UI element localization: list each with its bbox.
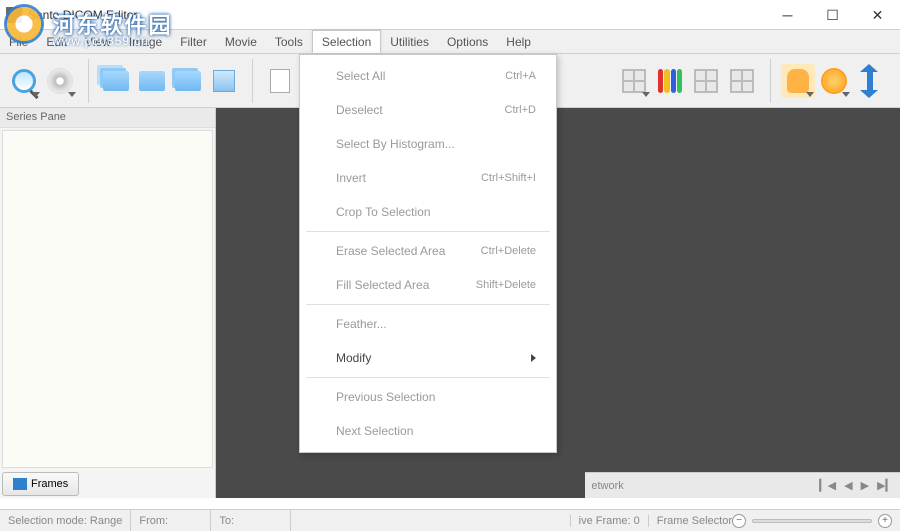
menu-selection[interactable]: Selection bbox=[312, 30, 381, 53]
mi-fill[interactable]: Fill Selected AreaShift+Delete bbox=[300, 268, 556, 302]
nav-prev-icon[interactable]: ◀ bbox=[844, 479, 852, 492]
mi-erase[interactable]: Erase Selected AreaCtrl+Delete bbox=[300, 234, 556, 268]
menu-filter[interactable]: Filter bbox=[171, 30, 216, 53]
mi-invert[interactable]: InvertCtrl+Shift+I bbox=[300, 161, 556, 195]
cd-icon bbox=[47, 68, 73, 94]
toolbar-folder2-button[interactable] bbox=[135, 64, 169, 98]
fit-icon bbox=[694, 69, 718, 93]
expand-icon bbox=[730, 69, 754, 93]
viewer-network-label: etwork bbox=[591, 480, 623, 492]
series-pane-title: Series Pane bbox=[0, 108, 215, 128]
nav-last-icon[interactable]: ▶▎ bbox=[877, 479, 894, 492]
toolbar-expand-button[interactable] bbox=[725, 64, 759, 98]
toolbar-sort-button[interactable] bbox=[853, 64, 887, 98]
menu-view[interactable]: View bbox=[76, 30, 120, 53]
swap-icon bbox=[867, 70, 873, 92]
viewer-subbar: etwork ▎◀ ◀ ▶ ▶▎ bbox=[585, 472, 900, 498]
series-pane: Series Pane Frames bbox=[0, 108, 216, 498]
series-pane-body[interactable] bbox=[2, 130, 213, 468]
toolbar-lut-button[interactable] bbox=[653, 64, 687, 98]
zoom-in-button[interactable]: + bbox=[878, 514, 892, 528]
toolbar-zoom-button[interactable] bbox=[7, 64, 41, 98]
mi-feather[interactable]: Feather... bbox=[300, 307, 556, 341]
selection-dropdown: Select AllCtrl+A DeselectCtrl+D Select B… bbox=[299, 54, 557, 453]
folder-multi-icon bbox=[175, 71, 201, 91]
menu-movie[interactable]: Movie bbox=[216, 30, 266, 53]
mi-deselect[interactable]: DeselectCtrl+D bbox=[300, 93, 556, 127]
status-bar: Selection mode: Range From: To: ive Fram… bbox=[0, 509, 900, 531]
sun-icon bbox=[823, 70, 845, 92]
submenu-arrow-icon bbox=[531, 354, 536, 362]
mi-next-selection[interactable]: Next Selection bbox=[300, 414, 556, 448]
status-active-frame-label: ive Frame: bbox=[579, 515, 631, 527]
grid-icon bbox=[622, 69, 646, 93]
titlebar: Sante DICOM Editor ─ ☐ ✕ bbox=[0, 0, 900, 30]
toolbar-folder-button[interactable] bbox=[99, 64, 133, 98]
status-active-frame-value: 0 bbox=[634, 515, 640, 527]
toolbar-pan-button[interactable] bbox=[781, 64, 815, 98]
tab-frames[interactable]: Frames bbox=[2, 472, 79, 496]
mi-crop[interactable]: Crop To Selection bbox=[300, 195, 556, 229]
menu-utilities[interactable]: Utilities bbox=[381, 30, 438, 53]
zoom-icon bbox=[12, 69, 36, 93]
tab-frames-label: Frames bbox=[31, 478, 68, 490]
nav-first-icon[interactable]: ▎◀ bbox=[819, 479, 836, 492]
app-icon bbox=[6, 7, 22, 23]
toolbar-drawer-button[interactable] bbox=[207, 64, 241, 98]
toolbar-folder3-button[interactable] bbox=[171, 64, 205, 98]
toolbar-brightness-button[interactable] bbox=[817, 64, 851, 98]
document-icon bbox=[270, 69, 290, 93]
menu-image[interactable]: Image bbox=[120, 30, 171, 53]
zoom-out-button[interactable]: − bbox=[732, 514, 746, 528]
close-button[interactable]: ✕ bbox=[855, 0, 900, 30]
menu-help[interactable]: Help bbox=[497, 30, 540, 53]
mi-prev-selection[interactable]: Previous Selection bbox=[300, 380, 556, 414]
menu-tools[interactable]: Tools bbox=[266, 30, 312, 53]
frames-icon bbox=[13, 478, 27, 490]
frame-slider[interactable] bbox=[752, 519, 872, 523]
color-lut-icon bbox=[658, 69, 682, 93]
mi-select-all[interactable]: Select AllCtrl+A bbox=[300, 59, 556, 93]
toolbar-doc-button[interactable] bbox=[263, 64, 297, 98]
window-title: Sante DICOM Editor bbox=[28, 8, 137, 22]
status-from: From: bbox=[131, 510, 211, 531]
menu-edit[interactable]: Edit bbox=[37, 30, 76, 53]
mi-modify[interactable]: Modify bbox=[300, 341, 556, 375]
mi-select-by-histogram[interactable]: Select By Histogram... bbox=[300, 127, 556, 161]
menu-file[interactable]: File bbox=[0, 30, 37, 53]
status-frame-selector-label: Frame Selector bbox=[657, 515, 732, 527]
toolbar-cd-button[interactable] bbox=[43, 64, 77, 98]
menubar: File Edit View Image Filter Movie Tools … bbox=[0, 30, 900, 54]
minimize-button[interactable]: ─ bbox=[765, 0, 810, 30]
drawer-icon bbox=[213, 70, 235, 92]
status-to: To: bbox=[211, 510, 291, 531]
maximize-button[interactable]: ☐ bbox=[810, 0, 855, 30]
folders-icon bbox=[103, 71, 129, 91]
folder-icon bbox=[139, 71, 165, 91]
toolbar-layout-button[interactable] bbox=[617, 64, 651, 98]
toolbar-fit-button[interactable] bbox=[689, 64, 723, 98]
nav-next-icon[interactable]: ▶ bbox=[861, 479, 869, 492]
hand-icon bbox=[787, 69, 809, 93]
status-selection-mode: Selection mode: Range bbox=[0, 510, 131, 531]
menu-options[interactable]: Options bbox=[438, 30, 497, 53]
